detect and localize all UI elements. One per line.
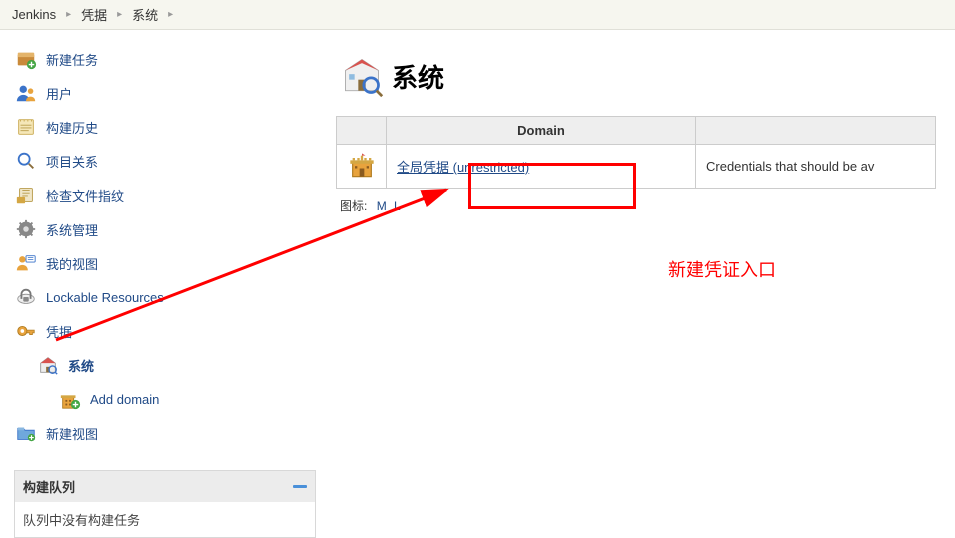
domain-desc-cell: Credentials that should be av: [696, 145, 936, 189]
sidebar-item-label: Lockable Resources: [46, 290, 164, 305]
credentials-icon: [14, 319, 38, 343]
collapse-icon[interactable]: [293, 485, 307, 488]
table-row: 全局凭据 (unrestricted) Credentials that sho…: [337, 145, 936, 189]
system-icon: [36, 353, 60, 377]
system-title-icon: [340, 54, 384, 98]
icon-size-l[interactable]: L: [394, 199, 401, 213]
sidebar-item-label: 我的视图: [46, 254, 98, 273]
sidebar-item-label: 用户: [46, 84, 72, 103]
sidebar-item-build-history[interactable]: 构建历史: [14, 110, 330, 144]
domain-link-cell: 全局凭据 (unrestricted): [387, 145, 696, 189]
build-queue-title: 构建队列: [23, 477, 75, 496]
sidebar: 新建任务 用户 构建历史 项目关系 检查文件指纹 系统管理: [0, 30, 330, 538]
search-icon: [14, 149, 38, 173]
breadcrumb: Jenkins ▸ 凭据 ▸ 系统 ▸: [0, 0, 955, 30]
folder-icon: [14, 421, 38, 445]
sidebar-item-label: 系统: [68, 356, 94, 375]
icon-size-label: 图标:: [340, 199, 367, 213]
sidebar-item-project-relationship[interactable]: 项目关系: [14, 144, 330, 178]
build-queue-header: 构建队列: [15, 471, 315, 502]
add-domain-icon: [58, 387, 82, 411]
domain-table: Domain 全局凭据 (unrestricted) Credentials t…: [336, 116, 936, 189]
breadcrumb-system[interactable]: 系统: [128, 5, 162, 24]
breadcrumb-jenkins[interactable]: Jenkins: [8, 7, 60, 22]
sidebar-item-label: Add domain: [90, 392, 159, 407]
chevron-right-icon: ▸: [66, 9, 71, 20]
sidebar-item-label: 检查文件指纹: [46, 186, 124, 205]
page-title: 系统: [392, 58, 444, 95]
new-item-icon: [14, 47, 38, 71]
user-icon: [14, 81, 38, 105]
sidebar-item-label: 系统管理: [46, 220, 98, 239]
sidebar-item-fingerprint[interactable]: 检查文件指纹: [14, 178, 330, 212]
sidebar-item-add-domain[interactable]: Add domain: [14, 382, 330, 416]
sidebar-item-system[interactable]: 系统: [14, 348, 330, 382]
sidebar-item-manage-jenkins[interactable]: 系统管理: [14, 212, 330, 246]
sidebar-item-users[interactable]: 用户: [14, 76, 330, 110]
chevron-right-icon: ▸: [117, 9, 122, 20]
sidebar-item-my-views[interactable]: 我的视图: [14, 246, 330, 280]
build-queue-panel: 构建队列 队列中没有构建任务: [14, 470, 316, 538]
gear-icon: [14, 217, 38, 241]
lock-icon: [14, 285, 38, 309]
sidebar-item-label: 构建历史: [46, 118, 98, 137]
chevron-right-icon: ▸: [168, 9, 173, 20]
build-queue-empty: 队列中没有构建任务: [15, 502, 315, 537]
sidebar-item-label: 新建任务: [46, 50, 98, 69]
sidebar-item-lockable-resources[interactable]: Lockable Resources: [14, 280, 330, 314]
table-header-domain: Domain: [387, 117, 696, 145]
annotation-text: 新建凭证入口: [668, 256, 776, 282]
my-view-icon: [14, 251, 38, 275]
sidebar-item-label: 项目关系: [46, 152, 98, 171]
sidebar-item-label: 凭据: [46, 322, 72, 341]
castle-icon: [348, 167, 376, 182]
table-header-desc: [696, 117, 936, 145]
sidebar-item-credentials[interactable]: 凭据: [14, 314, 330, 348]
table-header-icon: [337, 117, 387, 145]
sidebar-item-label: 新建视图: [46, 424, 98, 443]
global-credentials-link[interactable]: 全局凭据 (unrestricted): [397, 160, 529, 175]
history-icon: [14, 115, 38, 139]
icon-size-m[interactable]: M: [377, 199, 387, 213]
breadcrumb-credentials[interactable]: 凭据: [77, 5, 111, 24]
icon-size-row: 图标: M L: [340, 197, 955, 214]
fingerprint-icon: [14, 183, 38, 207]
domain-icon-cell: [337, 145, 387, 189]
main-content: 系统 Domain 全局凭据 (unrestricted): [330, 30, 955, 538]
sidebar-item-new-item[interactable]: 新建任务: [14, 42, 330, 76]
sidebar-item-new-view[interactable]: 新建视图: [14, 416, 330, 450]
